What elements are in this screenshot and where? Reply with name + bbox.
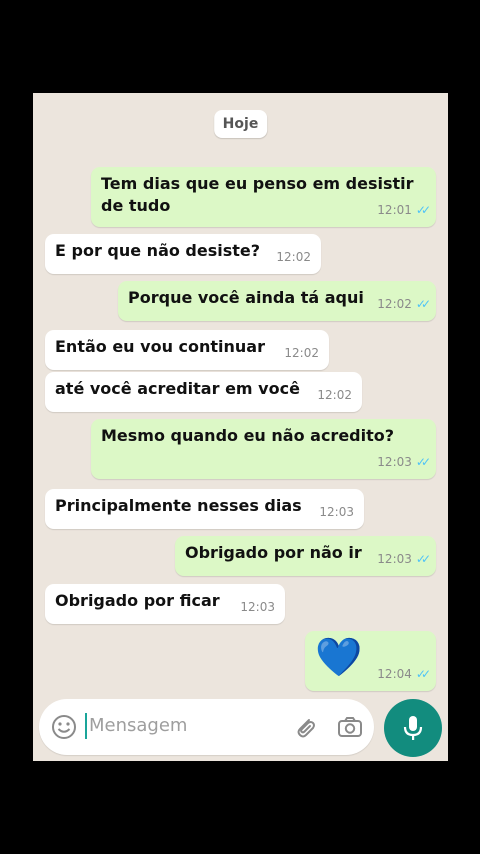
attach-icon[interactable] bbox=[292, 714, 318, 744]
message-time: 12:02 bbox=[317, 388, 352, 402]
camera-icon[interactable] bbox=[336, 714, 364, 744]
message-bubble-outgoing[interactable]: Mesmo quando eu não acredito? 12:03 ✓✓ bbox=[91, 419, 436, 479]
message-bubble-outgoing[interactable]: Porque você ainda tá aqui 12:02 ✓✓ bbox=[118, 281, 436, 321]
message-time: 12:03 bbox=[377, 455, 412, 469]
date-separator: Hoje bbox=[213, 110, 268, 138]
message-meta: 12:03 ✓✓ bbox=[377, 548, 431, 570]
message-bubble-outgoing[interactable]: Obrigado por não ir 12:03 ✓✓ bbox=[175, 536, 436, 576]
message-bubble-incoming[interactable]: Obrigado por ficar 12:03 bbox=[45, 584, 285, 624]
message-bubble-outgoing[interactable]: Tem dias que eu penso em desistir de tud… bbox=[91, 167, 436, 227]
message-time: 12:01 bbox=[377, 203, 412, 217]
message-time: 12:02 bbox=[377, 297, 412, 311]
message-text: Então eu vou continuar bbox=[55, 337, 265, 356]
chat-screen: Hoje Tem dias que eu penso em desistir d… bbox=[33, 93, 448, 761]
message-bubble-incoming[interactable]: E por que não desiste? 12:02 bbox=[45, 234, 321, 274]
message-meta: 12:03 ✓✓ bbox=[377, 451, 431, 473]
message-meta: 12:01 ✓✓ bbox=[377, 199, 431, 221]
read-ticks-icon: ✓✓ bbox=[415, 203, 431, 217]
message-meta: 12:04 ✓✓ bbox=[377, 663, 431, 685]
message-meta: 12:02 ✓✓ bbox=[377, 293, 431, 315]
message-time: 12:03 bbox=[377, 552, 412, 566]
message-time: 12:04 bbox=[377, 667, 412, 681]
message-time: 12:03 bbox=[319, 505, 354, 519]
message-text: Tem dias que eu penso em desistir bbox=[101, 174, 414, 193]
emoji-icon[interactable] bbox=[51, 714, 77, 744]
read-ticks-icon: ✓✓ bbox=[415, 455, 431, 469]
message-bubble-incoming[interactable]: Principalmente nesses dias 12:03 bbox=[45, 489, 364, 529]
message-bubble-incoming[interactable]: até você acreditar em você 12:02 bbox=[45, 372, 362, 412]
message-bubble-outgoing[interactable]: 💙 12:04 ✓✓ bbox=[305, 631, 436, 691]
mic-icon bbox=[401, 714, 425, 746]
message-text: E por que não desiste? bbox=[55, 241, 261, 260]
message-time: 12:03 bbox=[240, 600, 275, 614]
message-text: Principalmente nesses dias bbox=[55, 496, 302, 515]
blue-heart-emoji: 💙 bbox=[315, 635, 363, 679]
message-text: até você acreditar em você bbox=[55, 379, 300, 398]
mic-button[interactable] bbox=[384, 699, 442, 757]
message-input[interactable]: Mensagem bbox=[89, 715, 187, 736]
message-input-bar: Mensagem bbox=[39, 699, 374, 755]
read-ticks-icon: ✓✓ bbox=[415, 552, 431, 566]
message-time: 12:02 bbox=[276, 250, 311, 264]
read-ticks-icon: ✓✓ bbox=[415, 667, 431, 681]
message-bubble-incoming[interactable]: Então eu vou continuar 12:02 bbox=[45, 330, 329, 370]
text-caret bbox=[85, 713, 87, 739]
read-ticks-icon: ✓✓ bbox=[415, 297, 431, 311]
message-text: Mesmo quando eu não acredito? bbox=[101, 426, 395, 445]
message-time: 12:02 bbox=[284, 346, 319, 360]
